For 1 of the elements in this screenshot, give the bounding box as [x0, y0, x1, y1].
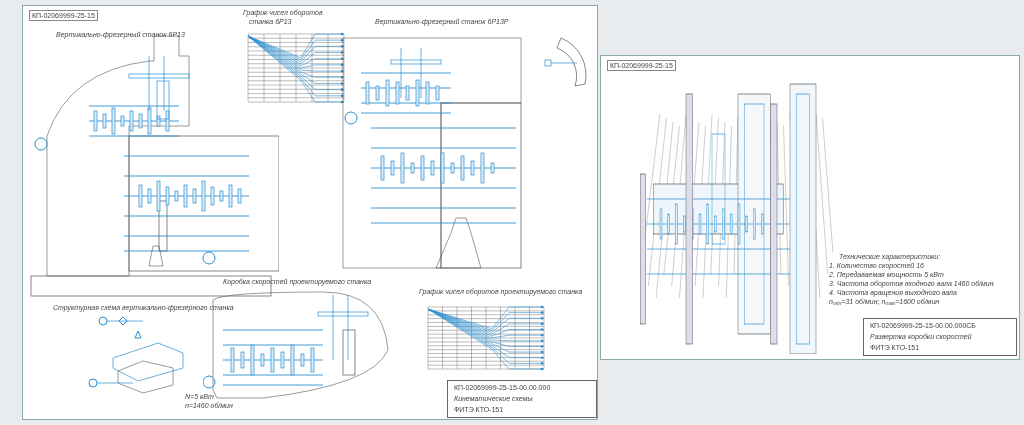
- arc-scale-drawing: [541, 34, 589, 90]
